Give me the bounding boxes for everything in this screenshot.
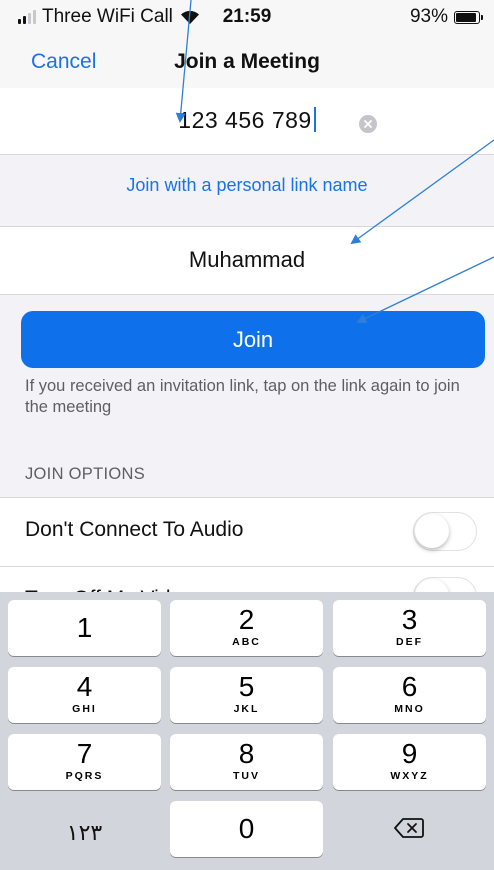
key-letters: PQRS (65, 770, 104, 782)
page-title: Join a Meeting (174, 50, 320, 73)
join-button[interactable]: Join (21, 311, 485, 368)
key-letters: MNO (394, 703, 425, 715)
key-letters: JKL (233, 703, 260, 715)
join-meeting-screen: Three WiFi Call 21:59 93% Cancel Join a … (0, 0, 494, 870)
key-5[interactable]: 5 JKL (170, 667, 323, 723)
key-letters: TUV (233, 770, 260, 782)
option-row-audio[interactable]: Don't Connect To Audio (0, 497, 494, 566)
key-9[interactable]: 9 WXYZ (333, 734, 486, 790)
key-1[interactable]: 1 (8, 600, 161, 656)
key-0[interactable]: 0 (170, 801, 323, 857)
status-right: 93% (409, 6, 483, 28)
backspace-icon (394, 818, 424, 838)
key-digit: ١٢٣ (66, 820, 103, 845)
meeting-id-value: 123 456 789 (178, 107, 312, 133)
meeting-id-wrap: 123 456 789 (0, 107, 494, 134)
status-bar: Three WiFi Call 21:59 93% (0, 0, 494, 40)
delete-key[interactable] (333, 801, 486, 857)
key-letters: DEF (396, 636, 423, 648)
key-letters: ABC (232, 636, 261, 648)
toggle-knob (415, 514, 449, 548)
key-3[interactable]: 3 DEF (333, 600, 486, 656)
key-digit: 9 (401, 738, 418, 769)
key-letters: GHI (72, 703, 97, 715)
key-7[interactable]: 7 PQRS (8, 734, 161, 790)
key-digit: 6 (401, 671, 418, 702)
navigation-bar: Cancel Join a Meeting (0, 40, 494, 89)
join-options-header: JOIN OPTIONS (25, 465, 146, 483)
key-switch-numerals[interactable]: ١٢٣ (8, 801, 161, 857)
battery-icon (454, 10, 483, 24)
text-cursor (313, 107, 316, 132)
key-digit: 7 (76, 738, 93, 769)
key-digit: 4 (76, 671, 93, 702)
numeric-keyboard: 1 2 ABC 3 DEF 4 GHI 5 JKL 6 MNO 7 PQRS 8 TUV 9W… (0, 592, 494, 870)
key-letters: WXYZ (390, 770, 429, 782)
key-4[interactable]: 4 GHI (8, 667, 161, 723)
meeting-id-field[interactable]: 123 456 789 (0, 88, 494, 155)
key-digit: 5 (238, 671, 255, 702)
option-label-audio: Don't Connect To Audio (25, 518, 244, 541)
key-digit: 8 (238, 738, 255, 769)
key-2[interactable]: 2 ABC (170, 600, 323, 656)
display-name-field[interactable]: Muhammad (0, 226, 494, 295)
personal-link-button[interactable]: Join with a personal link name (126, 175, 367, 196)
display-name-value: Muhammad (188, 247, 306, 272)
key-digit: 0 (238, 813, 255, 844)
key-6[interactable]: 6 MNO (333, 667, 486, 723)
key-8[interactable]: 8 TUV (170, 734, 323, 790)
invitation-hint: If you received an invitation link, tap … (25, 377, 460, 416)
clear-circle-icon[interactable] (359, 115, 377, 133)
key-digit: 1 (76, 612, 93, 643)
battery-percent: 93% (409, 6, 448, 27)
personal-link-row: Join with a personal link name (0, 155, 494, 225)
audio-toggle[interactable] (413, 512, 477, 551)
key-digit: 2 (238, 604, 255, 635)
key-digit: 3 (401, 604, 418, 635)
